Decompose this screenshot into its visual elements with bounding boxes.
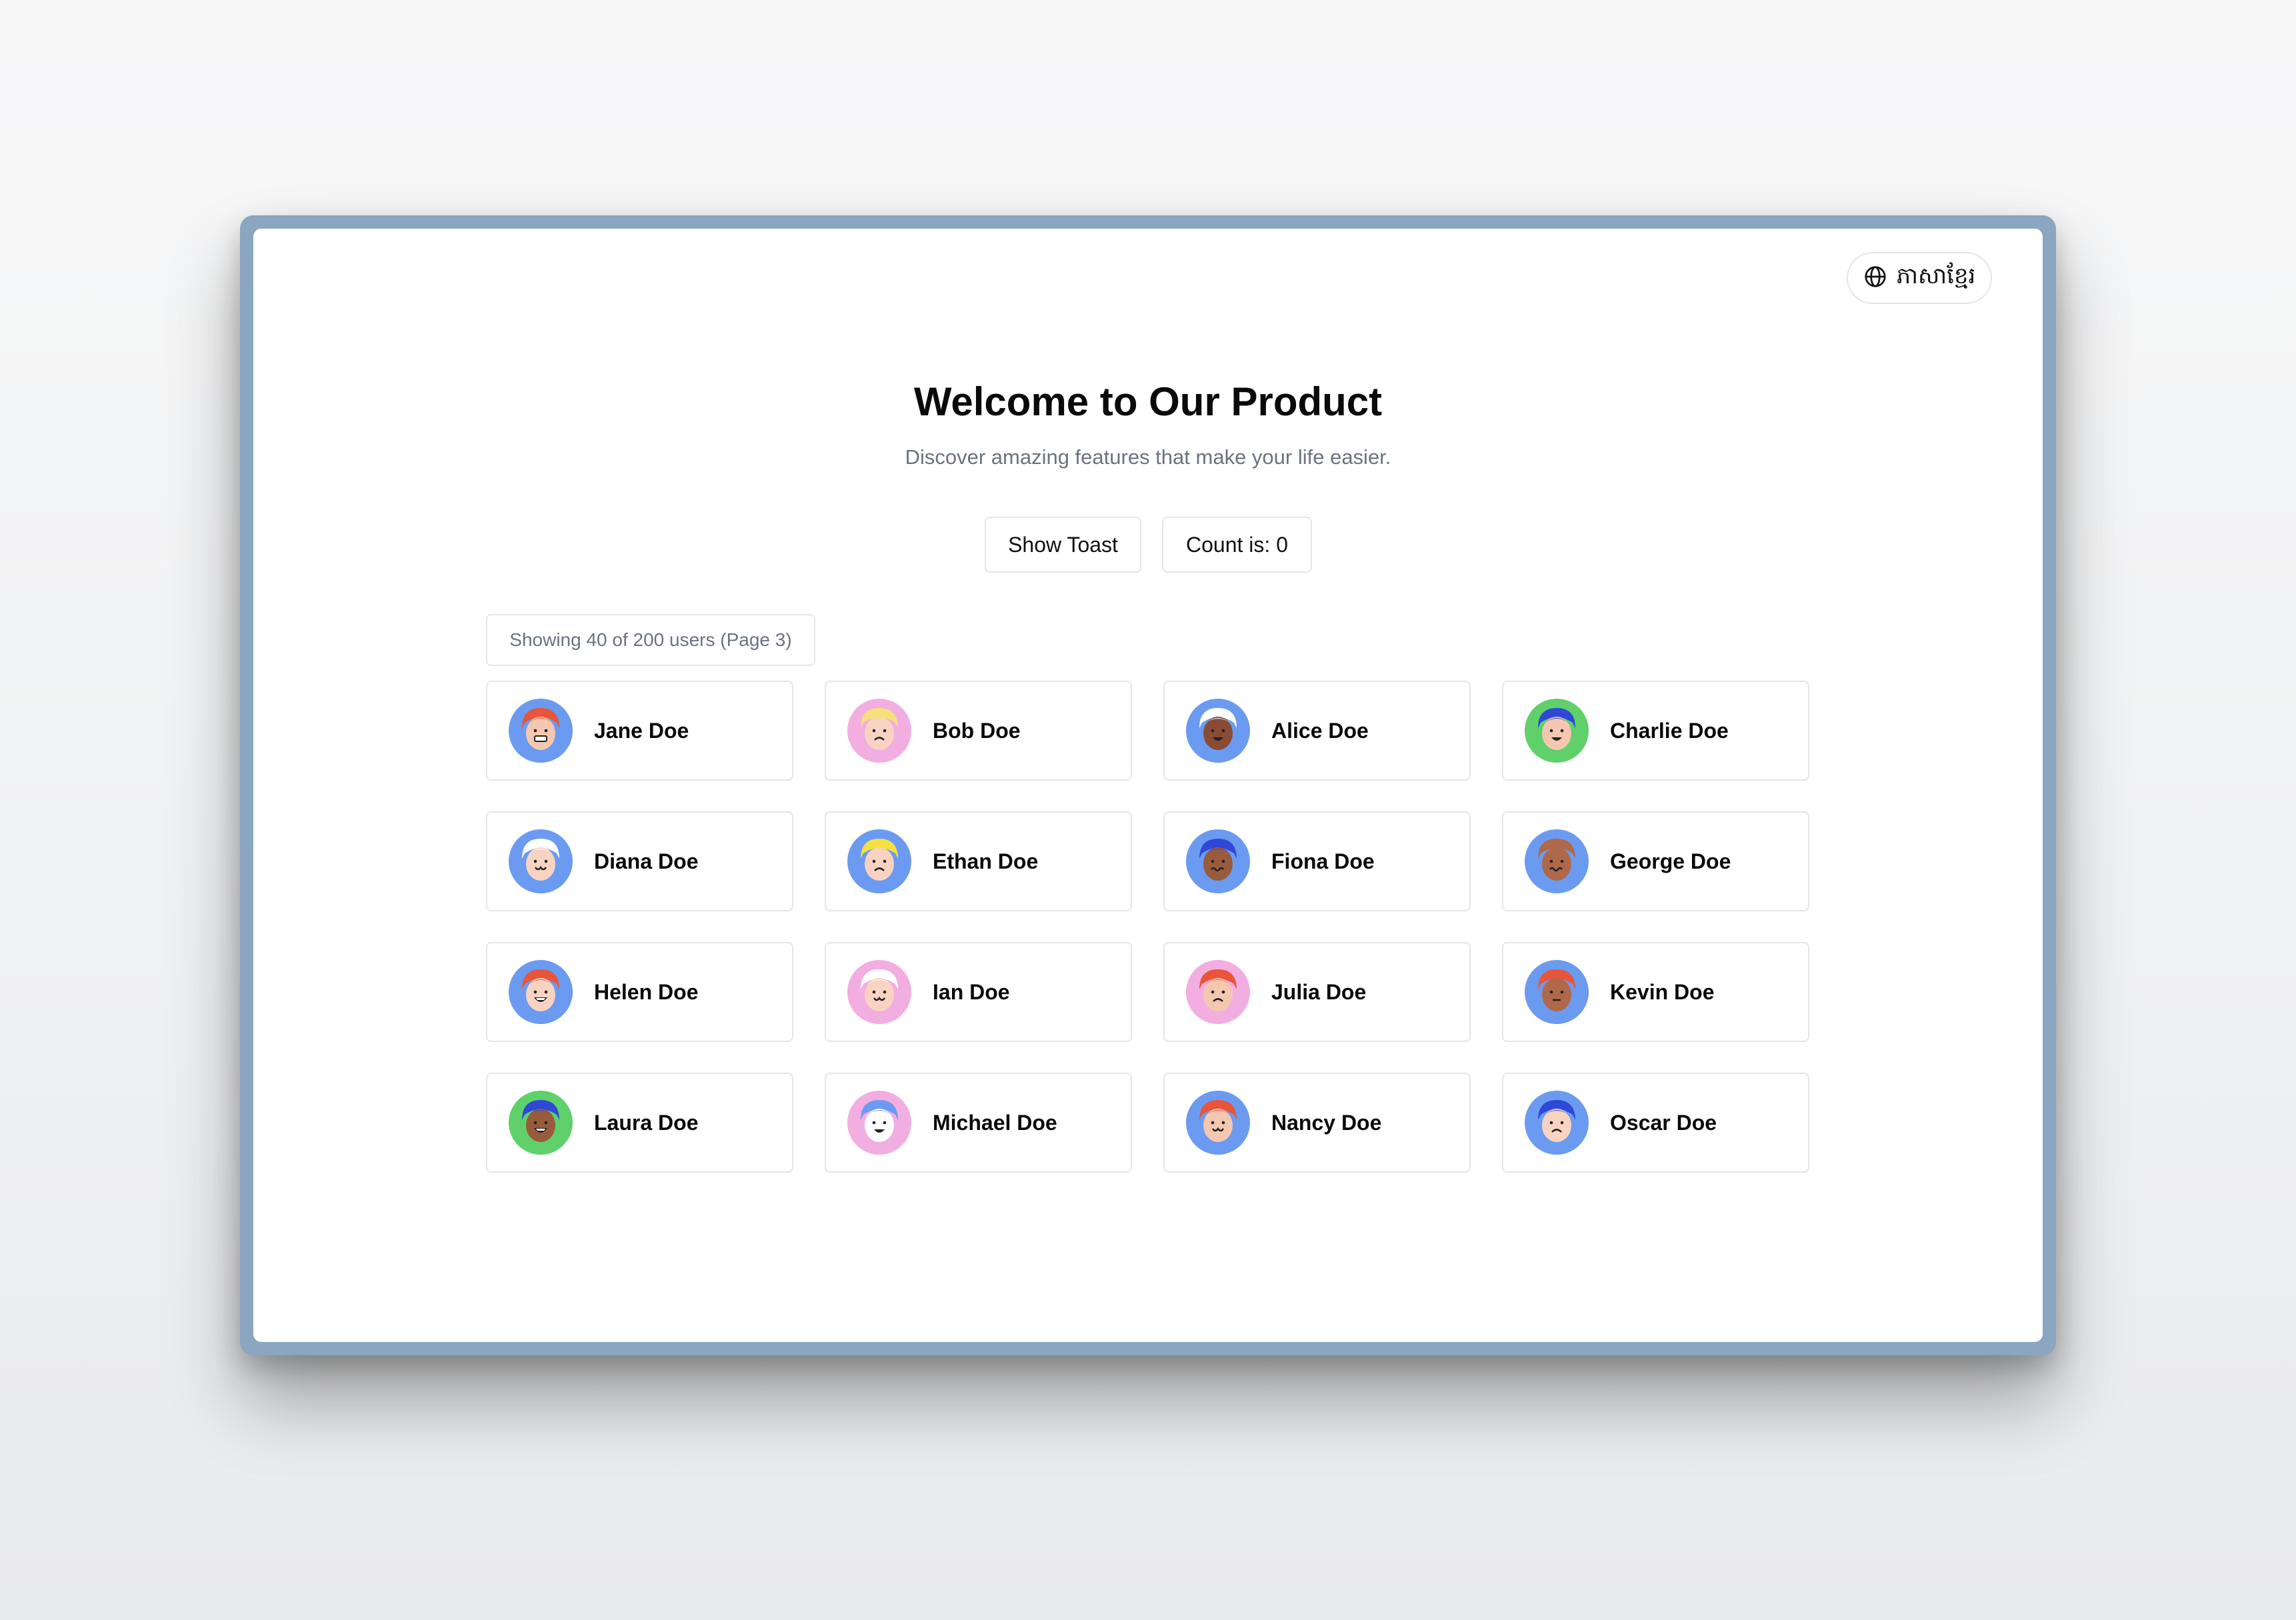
show-toast-button[interactable]: Show Toast [985, 517, 1141, 573]
user-name: Jane Doe [594, 718, 689, 743]
user-name: George Doe [1610, 849, 1731, 873]
user-card[interactable]: George Doe [1502, 811, 1809, 911]
user-name: Michael Doe [933, 1110, 1057, 1135]
avatar [509, 960, 573, 1024]
user-card[interactable]: Kevin Doe [1502, 942, 1809, 1042]
user-name: Helen Doe [594, 979, 699, 1004]
user-name: Ethan Doe [933, 849, 1039, 873]
user-card[interactable]: Helen Doe [486, 942, 793, 1042]
user-card[interactable]: Ethan Doe [825, 811, 1132, 911]
user-card[interactable]: Charlie Doe [1502, 681, 1809, 781]
user-card[interactable]: Michael Doe [825, 1073, 1132, 1173]
avatar [847, 699, 911, 763]
user-name: Charlie Doe [1610, 718, 1729, 743]
users-status-text: Showing 40 of 200 users (Page 3) [486, 614, 815, 666]
avatar [847, 1091, 911, 1155]
user-card[interactable]: Bob Doe [825, 681, 1132, 781]
user-card[interactable]: Alice Doe [1163, 681, 1471, 781]
avatar [1186, 960, 1250, 1024]
page-subtitle: Discover amazing features that make your… [905, 445, 1391, 469]
user-card[interactable]: Laura Doe [486, 1073, 793, 1173]
avatar [847, 960, 911, 1024]
app-window: ភាសាខ្មែរ Welcome to Our Product Discove… [253, 229, 2043, 1342]
globe-icon [1863, 265, 1887, 292]
avatar [1525, 829, 1589, 893]
user-name: Kevin Doe [1610, 979, 1715, 1004]
user-card[interactable]: Julia Doe [1163, 942, 1471, 1042]
user-grid: Jane Doe Bob Doe Alice Doe Charlie Doe Diana… [486, 681, 1809, 1173]
language-switcher-button[interactable]: ភាសាខ្មែរ [1847, 252, 1992, 304]
window-frame: ភាសាខ្មែរ Welcome to Our Product Discove… [240, 215, 2056, 1355]
user-name: Fiona Doe [1271, 849, 1375, 873]
page-title: Welcome to Our Product [913, 379, 1383, 424]
avatar [509, 1091, 573, 1155]
user-card[interactable]: Diana Doe [486, 811, 793, 911]
user-name: Nancy Doe [1271, 1110, 1382, 1135]
user-name: Julia Doe [1271, 979, 1367, 1004]
user-card[interactable]: Nancy Doe [1163, 1073, 1471, 1173]
user-card[interactable]: Fiona Doe [1163, 811, 1471, 911]
user-name: Oscar Doe [1610, 1110, 1717, 1135]
count-button[interactable]: Count is: 0 [1162, 517, 1312, 573]
user-name: Diana Doe [594, 849, 699, 873]
user-name: Ian Doe [933, 979, 1010, 1004]
avatar [1186, 699, 1250, 763]
user-name: Laura Doe [594, 1110, 699, 1135]
avatar [1186, 1091, 1250, 1155]
avatar [509, 829, 573, 893]
avatar [509, 699, 573, 763]
language-label: ភាសាខ្មែរ [1896, 263, 1976, 289]
avatar [1525, 699, 1589, 763]
avatar [1525, 960, 1589, 1024]
avatar [1186, 829, 1250, 893]
user-name: Alice Doe [1271, 718, 1369, 743]
avatar [847, 829, 911, 893]
user-card[interactable]: Ian Doe [825, 942, 1132, 1042]
user-name: Bob Doe [933, 718, 1021, 743]
user-card[interactable]: Jane Doe [486, 681, 793, 781]
avatar [1525, 1091, 1589, 1155]
user-card[interactable]: Oscar Doe [1502, 1073, 1809, 1173]
